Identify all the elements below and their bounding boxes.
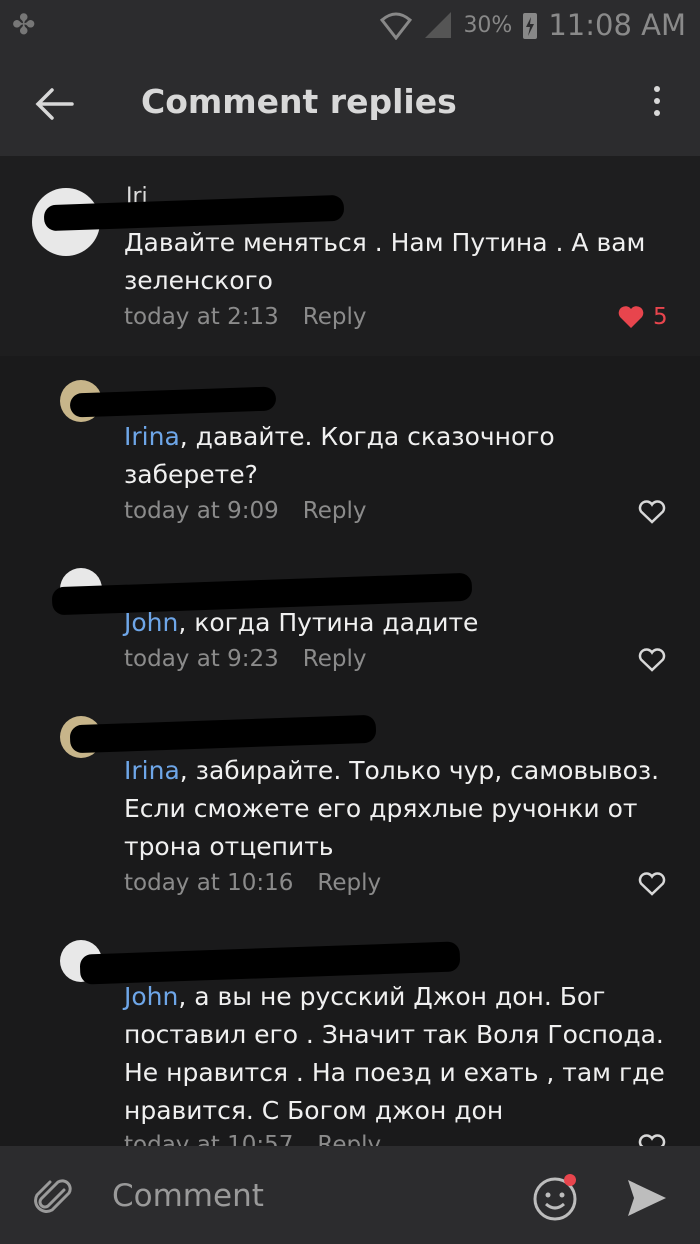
mention-link[interactable]: John (124, 608, 178, 637)
comment-time: today at 10:16 (124, 870, 294, 896)
heart-outline-icon[interactable] (638, 500, 666, 524)
more-menu-icon[interactable] (652, 86, 662, 122)
paperclip-icon[interactable] (34, 1176, 74, 1220)
mention-link[interactable]: John (124, 982, 178, 1011)
reply-button[interactable]: Reply (303, 498, 367, 524)
comment-time: today at 9:23 (124, 646, 279, 672)
comment-item: Iri Давайте меняться . Нам Путина . А ва… (0, 156, 700, 356)
comment-meta: today at 2:13 Reply (124, 304, 366, 330)
comment-input[interactable]: Comment (112, 1178, 264, 1214)
heart-outline-icon[interactable] (638, 648, 666, 672)
comment-text: John, а вы не русский Джон дон. Бог пост… (124, 982, 665, 1125)
comment-text: John, когда Путина дадите (124, 608, 479, 637)
comment-text: Irina, забирайте. Только чур, самовывоз.… (124, 756, 660, 861)
comment-meta: today at 9:09 Reply (124, 498, 366, 524)
like-button[interactable]: 5 (617, 304, 668, 330)
comment-time: today at 10:57 (124, 1132, 294, 1146)
comment-meta: today at 10:57 Reply (124, 1132, 381, 1146)
comment-meta: today at 9:23 Reply (124, 646, 366, 672)
back-arrow-icon[interactable] (34, 86, 74, 122)
like-count: 5 (653, 304, 668, 330)
reply-button[interactable]: Reply (317, 870, 381, 896)
comment-time: today at 2:13 (124, 304, 279, 330)
send-icon[interactable] (626, 1178, 668, 1218)
app-bar: Comment replies (0, 50, 700, 156)
emoji-icon[interactable] (532, 1172, 582, 1222)
reply-button[interactable]: Reply (303, 646, 367, 672)
comment-text: Давайте меняться . Нам Путина . А вам зе… (124, 228, 646, 295)
comment-list[interactable]: Iri Давайте меняться . Нам Путина . А ва… (0, 156, 700, 1146)
comment-time: today at 9:09 (124, 498, 279, 524)
heart-outline-icon[interactable] (638, 872, 666, 896)
comment-composer: Comment (0, 1146, 700, 1244)
heart-outline-icon[interactable] (638, 1134, 666, 1146)
comment-text: Irina, давайте. Когда сказочного заберет… (124, 422, 555, 489)
battery-charging-icon (523, 13, 538, 39)
battery-percent: 30% (463, 12, 513, 38)
mention-link[interactable]: Irina (124, 756, 180, 785)
mention-link[interactable]: Irina (124, 422, 180, 451)
comment-item: Irina, давайте. Когда сказочного заберет… (0, 356, 700, 542)
reply-button[interactable]: Reply (303, 304, 367, 330)
reply-button[interactable]: Reply (317, 1132, 381, 1146)
app-notification-icon: ✤ (12, 8, 36, 41)
comment-item: John, а вы не русский Джон дон. Бог пост… (0, 916, 700, 1146)
wifi-icon (380, 12, 413, 40)
redaction-mark (69, 386, 277, 418)
status-icons: 30% 11:08 AM (379, 8, 686, 42)
redaction-mark (69, 714, 377, 754)
heart-filled-icon (618, 306, 644, 328)
signal-icon (425, 12, 452, 38)
comment-meta: today at 10:16 Reply (124, 870, 381, 896)
status-bar: ✤ 30% 11:08 AM (0, 0, 700, 50)
clock: 11:08 AM (548, 8, 686, 42)
comment-item: Irina, забирайте. Только чур, самовывоз.… (0, 690, 700, 916)
comment-item: John, когда Путина дадите today at 9:23 R… (0, 542, 700, 690)
page-title: Comment replies (141, 82, 457, 121)
